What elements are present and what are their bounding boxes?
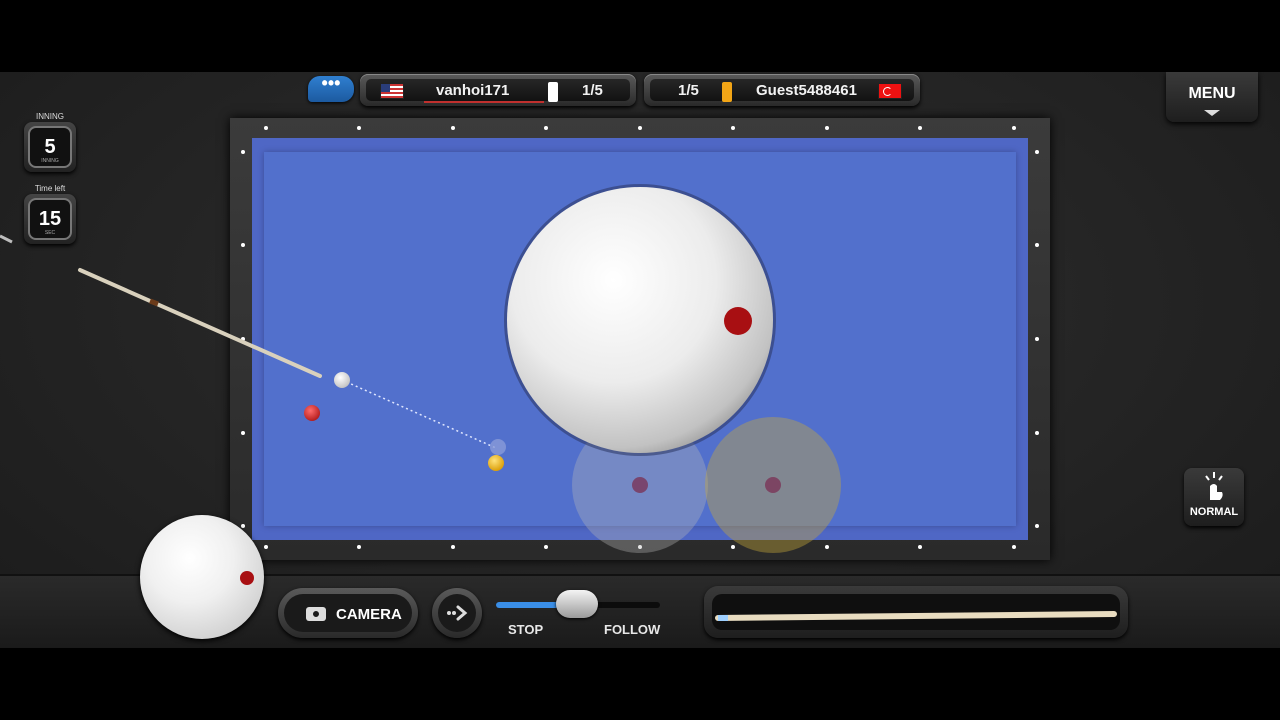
aim-line <box>341 379 497 449</box>
red-ball <box>304 405 320 421</box>
power-bar[interactable] <box>704 586 1128 638</box>
touch-icon <box>1205 472 1223 500</box>
next-button[interactable] <box>432 588 482 638</box>
spin-preview-white-dot <box>632 477 648 493</box>
camera-label: CAMERA <box>336 606 402 623</box>
spin-preview-yellow-dot <box>765 477 781 493</box>
spin-control-point[interactable] <box>240 571 254 585</box>
mode-label: NORMAL <box>1189 506 1239 518</box>
yellow-ball <box>488 455 504 471</box>
spin-slider-knob[interactable] <box>556 590 598 618</box>
spin-point[interactable] <box>724 307 752 335</box>
cue-ball <box>334 372 350 388</box>
slider-follow-label: FOLLOW <box>604 622 661 637</box>
power-cue-icon <box>715 611 1117 621</box>
game-screen: ••• vanhoi171 1/5 1/5 Guest5488461 MENU … <box>0 72 1280 648</box>
mode-normal-button[interactable]: NORMAL <box>1184 468 1244 526</box>
camera-icon <box>306 607 326 621</box>
camera-button[interactable]: CAMERA <box>278 588 418 638</box>
ghost-ball <box>490 439 506 455</box>
spin-control-ball[interactable] <box>140 515 264 639</box>
slider-stop-label: STOP <box>508 622 544 637</box>
cue-stick[interactable] <box>78 268 322 378</box>
cue-stick-tail <box>0 234 13 244</box>
arrow-right-icon <box>447 605 468 621</box>
cue-stick-joint <box>149 298 159 307</box>
